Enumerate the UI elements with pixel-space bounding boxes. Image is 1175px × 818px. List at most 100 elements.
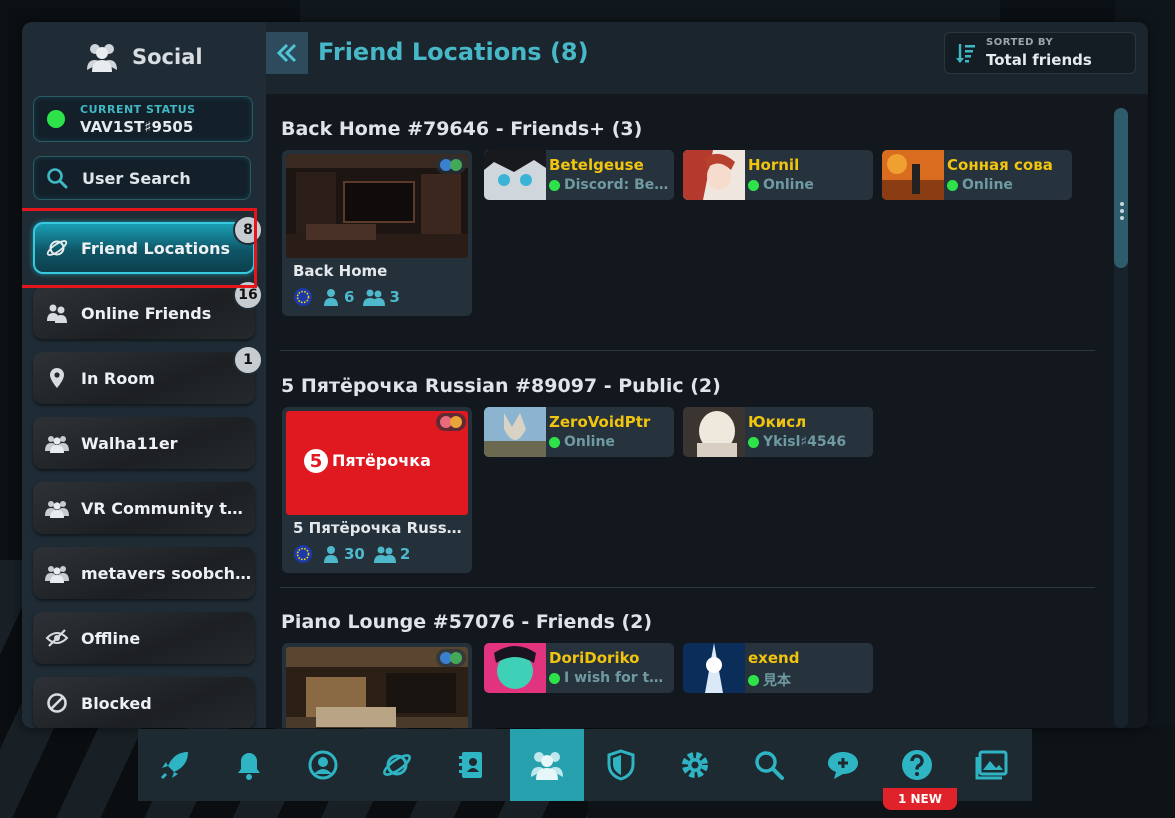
- notifications-button[interactable]: [212, 729, 286, 801]
- instance-title: Back Home #79646 - Friends+ (3): [281, 118, 643, 140]
- settings-button[interactable]: [658, 729, 732, 801]
- section-divider: [280, 587, 1095, 588]
- gallery-icon: [975, 750, 1008, 780]
- friend-name: Hornil: [748, 156, 800, 174]
- sidebar-item-label: VR Community tel...: [81, 498, 253, 518]
- logo-text: Пятёрочка: [332, 451, 431, 470]
- user-search-button[interactable]: User Search: [33, 156, 251, 200]
- world-name: Back Home: [293, 262, 388, 280]
- sidebar-item-group-walha11er[interactable]: Walha11er: [33, 417, 255, 469]
- count-badge: 16: [233, 280, 263, 310]
- rocket-icon: [160, 752, 188, 780]
- eye-off-icon: [45, 629, 69, 647]
- instance-type-icon: [436, 413, 466, 431]
- search-button[interactable]: [732, 729, 806, 801]
- friends-icon: [363, 289, 386, 306]
- new-badge: 1 NEW: [883, 788, 957, 810]
- friend-avatar: [484, 407, 546, 457]
- friends-icon: [373, 546, 396, 563]
- help-icon: [902, 750, 932, 780]
- background-top: [300, 0, 1000, 22]
- double-chevron-left-icon: [276, 43, 297, 63]
- collapse-sidebar-button[interactable]: [266, 32, 308, 74]
- user-count: 6: [344, 288, 355, 306]
- contacts-button[interactable]: [434, 729, 508, 801]
- status-indicator: [47, 110, 65, 128]
- logo-digit: 5: [304, 449, 328, 473]
- friend-avatar: [683, 643, 745, 693]
- status-label: CURRENT STATUS: [80, 103, 196, 116]
- social-icon: [87, 44, 117, 72]
- sidebar-item-group-vr-community[interactable]: VR Community tel...: [33, 482, 255, 534]
- friend-card[interactable]: Betelgeuse Discord: Betelgeuse: [484, 150, 674, 200]
- friends-icon: [47, 304, 67, 323]
- shield-icon: [607, 749, 635, 781]
- friend-card[interactable]: Сонная сова Online: [882, 150, 1072, 200]
- friend-card[interactable]: DoriDoriko I wish for the stars: [484, 643, 674, 693]
- gear-icon: [682, 752, 708, 778]
- friend-avatar: [683, 407, 745, 457]
- user-search-label: User Search: [82, 168, 191, 188]
- friend-status: Online: [947, 177, 1069, 193]
- chat-plus-icon: [828, 752, 858, 779]
- search-icon: [47, 168, 68, 189]
- instance-title: Piano Lounge #57076 - Friends (2): [281, 611, 653, 633]
- world-stats: 6 3: [293, 287, 400, 307]
- user-count: 30: [344, 545, 365, 563]
- header: Friend Locations (8) SORTED BY Total fri…: [266, 22, 1148, 94]
- social-button[interactable]: [510, 729, 584, 801]
- group-icon: [45, 501, 69, 518]
- friend-name: Сонная сова: [947, 156, 1053, 174]
- friend-status: Discord: Betelgeuse: [549, 177, 671, 193]
- gallery-button[interactable]: [954, 729, 1028, 801]
- worlds-button[interactable]: [360, 729, 434, 801]
- scrollbar-grip-icon: [1120, 202, 1124, 222]
- sidebar-item-label: In Room: [81, 368, 155, 388]
- count-badge: 1: [233, 345, 263, 375]
- social-window: Social CURRENT STATUS VAV1ST♯9505 User S…: [22, 22, 1148, 728]
- friend-card[interactable]: ZeroVoidPtr Online: [484, 407, 674, 457]
- sidebar-item-in-room[interactable]: In Room: [33, 352, 255, 404]
- sidebar-item-offline[interactable]: Offline: [33, 612, 255, 664]
- group-icon: [45, 566, 69, 583]
- friend-status: Online: [549, 434, 671, 450]
- sidebar: Social CURRENT STATUS VAV1ST♯9505 User S…: [22, 22, 266, 728]
- friend-avatar: [882, 150, 944, 200]
- friend-card[interactable]: Юкисл Ykisl♯4546: [683, 407, 873, 457]
- chat-button[interactable]: [806, 729, 880, 801]
- sidebar-item-friend-locations[interactable]: Friend Locations: [33, 222, 255, 274]
- friend-card[interactable]: Hornil Online: [683, 150, 873, 200]
- launch-button[interactable]: [138, 729, 212, 801]
- location-pin-icon: [50, 368, 64, 388]
- friend-name: DoriDoriko: [549, 649, 640, 667]
- friend-card[interactable]: exend 見本: [683, 643, 873, 693]
- world-card[interactable]: 5 Пятёрочка 5 Пятёрочка Russian 30 2: [282, 407, 472, 573]
- sidebar-item-online-friends[interactable]: Online Friends: [33, 287, 255, 339]
- safety-button[interactable]: [584, 729, 658, 801]
- sidebar-item-label: Online Friends: [81, 303, 212, 323]
- instance-type-icon: [436, 156, 466, 174]
- friend-count: 3: [389, 288, 400, 306]
- sort-dropdown[interactable]: SORTED BY Total friends: [944, 32, 1136, 74]
- world-card[interactable]: Back Home 6 3: [282, 150, 472, 316]
- status-value: VAV1ST♯9505: [80, 118, 194, 136]
- sidebar-item-group-metavers[interactable]: metavers soobch...: [33, 547, 255, 599]
- friend-name: exend: [748, 649, 800, 667]
- world-stats: 30 2: [293, 544, 410, 564]
- eu-region-icon: [294, 545, 312, 563]
- sidebar-title: Social: [132, 45, 203, 69]
- sidebar-item-label: Walha11er: [81, 433, 178, 453]
- sidebar-item-blocked[interactable]: Blocked: [33, 677, 255, 728]
- sort-value: Total friends: [986, 51, 1092, 69]
- search-icon: [755, 751, 784, 780]
- scrollbar-thumb[interactable]: [1114, 108, 1128, 268]
- sort-label: SORTED BY: [986, 37, 1054, 48]
- world-card[interactable]: [282, 643, 472, 728]
- current-status-button[interactable]: CURRENT STATUS VAV1ST♯9505: [33, 96, 253, 142]
- profile-icon: [308, 750, 338, 780]
- social-icon: [531, 752, 563, 780]
- profile-button[interactable]: [286, 729, 360, 801]
- sidebar-item-label: Offline: [81, 628, 141, 648]
- sidebar-item-label: Blocked: [81, 693, 152, 713]
- friend-status: 見本: [748, 670, 870, 690]
